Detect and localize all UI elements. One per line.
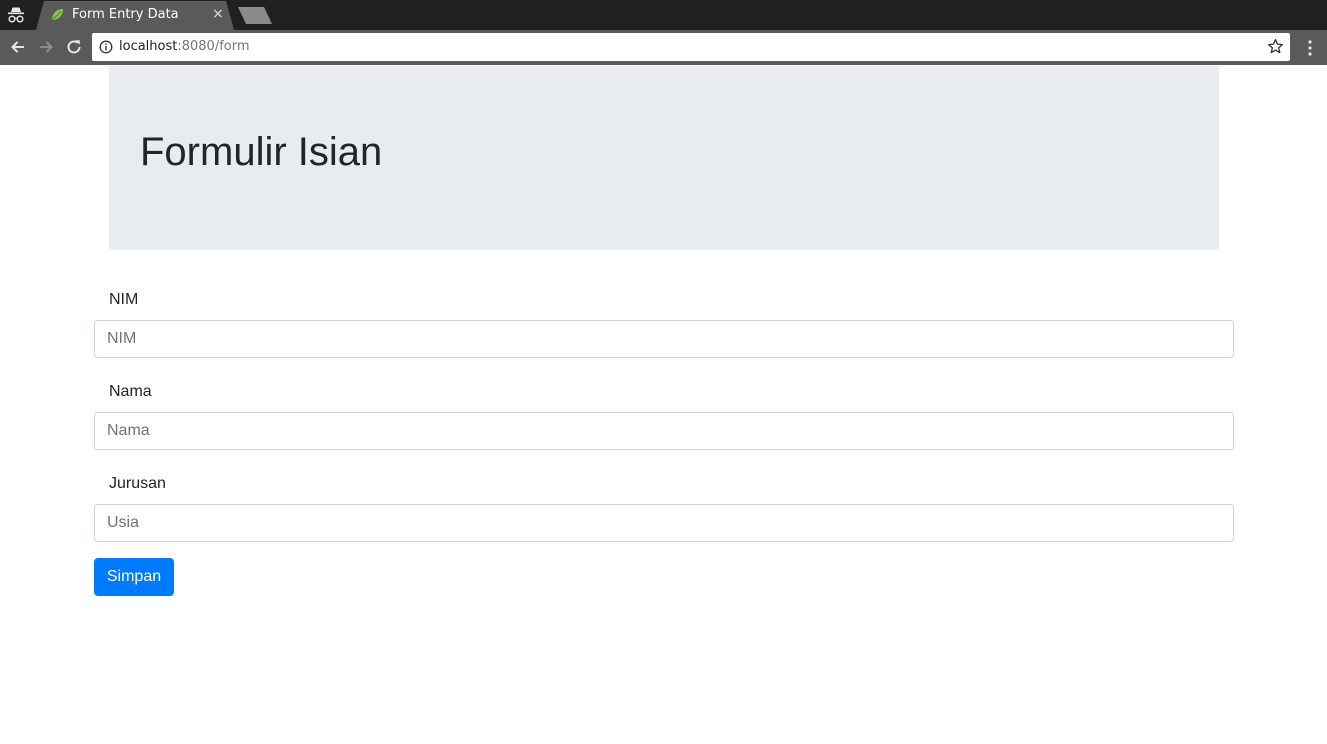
info-icon[interactable] — [99, 40, 113, 54]
spring-leaf-icon — [52, 9, 63, 20]
page-title: Formulir Isian — [140, 130, 383, 174]
nim-label: NIM — [109, 291, 139, 308]
incognito-icon — [8, 7, 24, 23]
url-text[interactable]: localhost:8080/form — [119, 39, 250, 54]
address-bar[interactable]: localhost:8080/form — [92, 33, 1290, 61]
kebab-menu-icon[interactable] — [1302, 38, 1318, 58]
new-tab-button[interactable] — [238, 7, 272, 24]
reload-icon[interactable] — [64, 37, 84, 57]
browser-toolbar: localhost:8080/form — [0, 30, 1327, 65]
star-icon[interactable] — [1267, 38, 1284, 55]
close-tab-icon[interactable]: × — [210, 5, 226, 23]
jurusan-label: Jurusan — [109, 475, 166, 492]
active-tab[interactable]: Form Entry Data × — [36, 1, 234, 30]
url-path: :8080/form — [177, 39, 250, 54]
url-host: localhost — [119, 39, 178, 54]
back-arrow-icon[interactable] — [8, 37, 28, 57]
forward-arrow-icon[interactable] — [36, 37, 56, 57]
browser-tabstrip: Form Entry Data × — [0, 0, 1327, 30]
nim-input[interactable] — [94, 320, 1234, 358]
nama-label: Nama — [109, 383, 152, 400]
nama-input[interactable] — [94, 412, 1234, 450]
jumbotron-header: Formulir Isian — [109, 66, 1219, 250]
tab-title: Form Entry Data — [72, 7, 179, 22]
simpan-button[interactable]: Simpan — [94, 558, 174, 596]
jurusan-input[interactable] — [94, 504, 1234, 542]
